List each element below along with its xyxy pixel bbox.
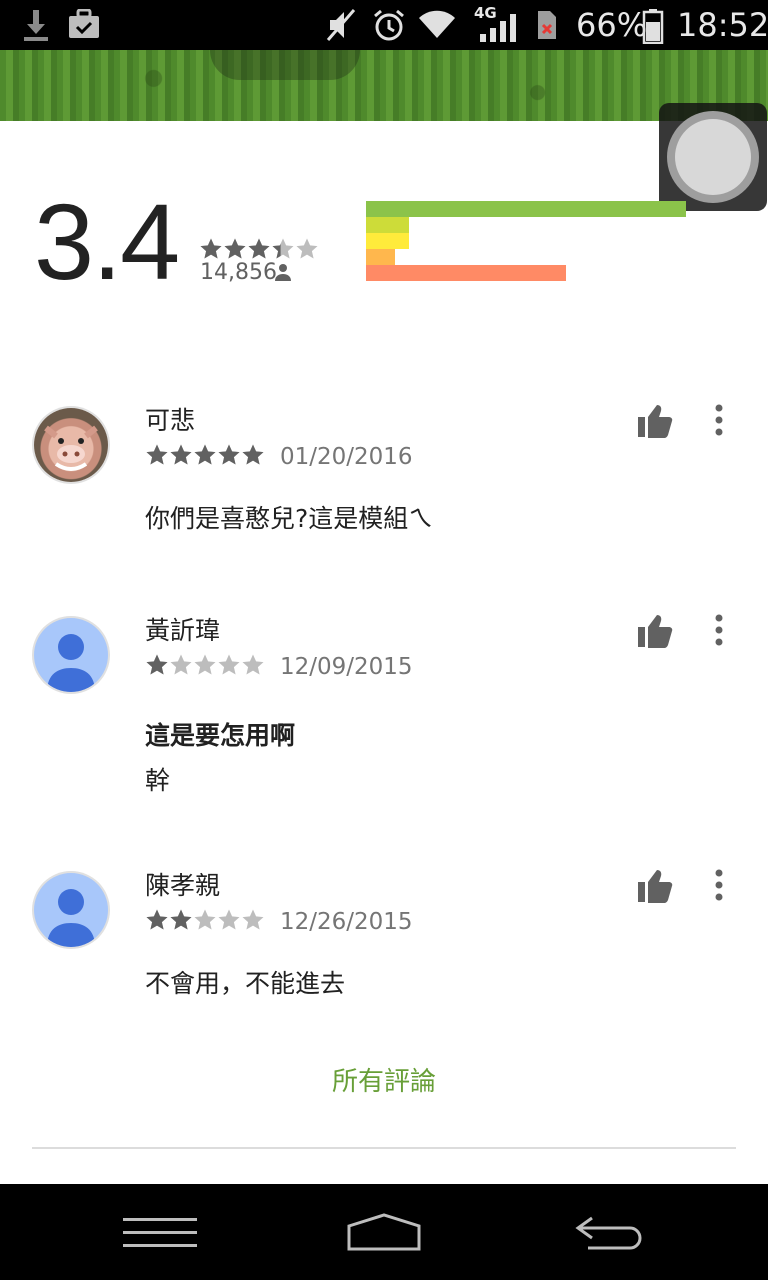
menu-icon[interactable] [123,1216,197,1250]
wifi-icon [419,10,455,39]
star-filled-icon [146,444,168,465]
review-body: 你們是喜憨兒?這是模組ㄟ [145,504,434,533]
all-reviews-button[interactable]: 所有評論 [0,1066,768,1098]
review-body: 幹 [145,766,171,795]
star-filled-icon [170,909,192,930]
review-date: 12/09/2015 [280,654,413,680]
rating-bar-4-star [366,217,409,233]
review-date: 12/26/2015 [280,909,413,935]
reviewer-name: 陳孝親 [145,871,221,900]
star-filled-icon [218,444,240,465]
signal-icon [480,14,516,42]
reviewer-name: 可悲 [145,406,196,435]
reviewer-name: 黃訢瑋 [145,616,221,645]
sim-error-icon [538,11,556,39]
mute-icon [326,9,356,41]
star-filled-icon [248,238,270,259]
rating-bar-5-star [366,201,686,217]
briefcase-check-icon [69,9,99,38]
star-filled-icon [224,238,246,259]
star-filled-icon [146,654,168,675]
rating-bar-3-star [366,233,409,249]
alarm-icon [374,9,404,41]
star-empty-icon [242,909,264,930]
average-rating: 3.4 [34,181,180,302]
star-empty-icon [194,654,216,675]
star-empty-icon [218,654,240,675]
rating-bar-2-star [366,249,395,265]
battery-percent: 66% [576,6,648,44]
back-icon[interactable] [574,1214,644,1254]
total-ratings-count: 14,856 [200,260,277,285]
review-stars [145,653,265,677]
star-empty-icon [296,238,318,259]
star-filled-icon [170,444,192,465]
star-empty-icon [170,654,192,675]
battery-icon [642,9,664,44]
more-options-icon[interactable] [710,403,728,437]
navigation-bar [0,1184,768,1280]
floating-touch-button[interactable] [659,103,767,211]
review-stars [145,908,265,932]
average-stars [199,237,319,261]
star-half-icon [272,238,294,259]
star-filled-icon [194,444,216,465]
star-empty-icon [218,909,240,930]
review-body: 不會用，不能進去 [145,969,346,998]
reviewer-avatar[interactable] [34,873,108,947]
more-options-icon[interactable] [710,613,728,647]
star-filled-icon [242,444,264,465]
download-icon [24,10,48,41]
rating-bar-1-star [366,265,566,281]
review-stars [145,443,265,467]
person-icon [275,264,291,281]
thumbs-up-icon[interactable] [637,869,673,903]
star-filled-icon [146,909,168,930]
star-empty-icon [194,909,216,930]
reviewer-avatar[interactable] [34,618,108,692]
home-icon[interactable] [346,1212,422,1252]
review-date: 01/20/2016 [280,444,413,470]
status-bar: 4G 66% 18:52 [0,0,768,50]
thumbs-up-icon[interactable] [637,614,673,648]
clock: 18:52 [677,6,768,44]
review-title: 這是要怎用啊 [145,721,296,750]
divider [32,1147,736,1149]
star-empty-icon [242,654,264,675]
reviewer-avatar[interactable] [34,408,108,482]
app-header-image [0,50,768,121]
more-options-icon[interactable] [710,868,728,902]
star-filled-icon [200,238,222,259]
thumbs-up-icon[interactable] [637,404,673,438]
